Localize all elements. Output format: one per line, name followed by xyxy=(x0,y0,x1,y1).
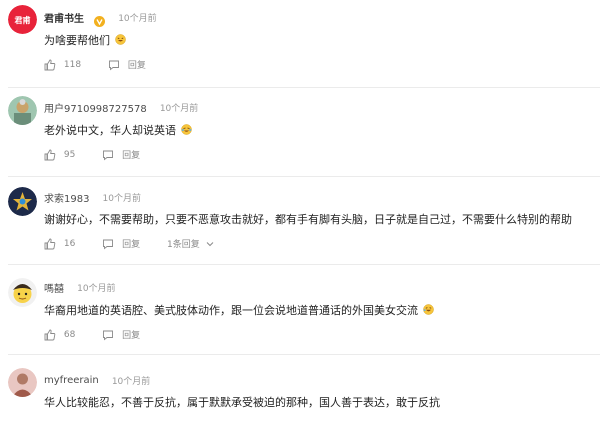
comment-item: 君甫 君甫书生 10个月前 为啥要帮他们 118 回复 xyxy=(0,0,600,90)
avatar[interactable] xyxy=(8,278,37,307)
comment-text: 华裔用地道的英语腔、美式肢体动作，跟一位会说地道普通话的外国美女交流 xyxy=(44,304,418,317)
reply-button[interactable]: 回复 xyxy=(122,237,140,250)
comment-username[interactable]: 嗎囍 xyxy=(44,284,64,295)
comment-actions: 68 回复 xyxy=(44,328,140,342)
comment-username[interactable]: 求索1983 xyxy=(44,194,89,205)
avatar[interactable]: 君甫 xyxy=(8,5,37,34)
avatar[interactable] xyxy=(8,96,37,125)
laughing-emoji-icon xyxy=(114,34,126,45)
comment-actions: 118 回复 xyxy=(44,58,146,72)
avatar[interactable] xyxy=(8,368,37,397)
comment-text-row: 谢谢好心，不需要帮助，只要不恶意攻击就好，都有手有脚有头脑，日子就是自己过，不需… xyxy=(44,211,572,227)
reply-button[interactable]: 回复 xyxy=(122,148,140,161)
comment-item: 求索1983 10个月前 谢谢好心，不需要帮助，只要不恶意攻击就好，都有手有脚有… xyxy=(0,179,600,269)
laughing-emoji-icon xyxy=(422,304,434,315)
comment-username[interactable]: 君甫书生 xyxy=(44,14,84,25)
comment-username[interactable]: 用户9710998727578 xyxy=(44,104,147,115)
comment-text: 谢谢好心，不需要帮助，只要不恶意攻击就好，都有手有脚有头脑，日子就是自己过，不需… xyxy=(44,213,572,226)
comment-text: 为啥要帮他们 xyxy=(44,34,110,47)
reply-icon[interactable] xyxy=(102,329,114,341)
comment-item: 用户9710998727578 10个月前 老外说中文，华人却说英语 95 回复 xyxy=(0,90,600,180)
comment-text-row: 华人比较能忍，不善于反抗，属于默默承受被迫的那种，国人善于表达，敢于反抗 xyxy=(44,394,440,410)
comment-item: myfreerain 10个月前 华人比较能忍，不善于反抗，属于默默承受被迫的那… xyxy=(0,358,600,448)
verified-badge-icon xyxy=(94,12,106,27)
reply-button[interactable]: 回复 xyxy=(128,58,146,71)
comment-text: 华人比较能忍，不善于反抗，属于默默承受被迫的那种，国人善于表达，敢于反抗 xyxy=(44,396,440,409)
like-count: 95 xyxy=(63,149,76,160)
avatar[interactable] xyxy=(8,187,37,216)
view-replies-button[interactable]: 1条回复 xyxy=(167,237,200,250)
comment-text: 老外说中文，华人却说英语 xyxy=(44,124,176,137)
like-count: 118 xyxy=(63,59,82,70)
reply-icon[interactable] xyxy=(108,59,120,71)
comment-time: 10个月前 xyxy=(159,104,199,114)
comment-item: 嗎囍 10个月前 华裔用地道的英语腔、美式肢体动作，跟一位会说地道普通话的外国美… xyxy=(0,268,600,358)
thumbs-up-icon[interactable] xyxy=(44,329,56,341)
chevron-down-icon[interactable] xyxy=(206,240,214,248)
divider xyxy=(8,264,600,265)
reply-icon[interactable] xyxy=(102,149,114,161)
comment-time: 10个月前 xyxy=(111,377,151,387)
comment-time: 10个月前 xyxy=(118,14,157,24)
comment-username[interactable]: myfreerain xyxy=(44,375,99,386)
thumbs-up-icon[interactable] xyxy=(44,59,56,71)
divider xyxy=(8,176,600,177)
like-count: 68 xyxy=(63,329,76,340)
reply-button[interactable]: 回复 xyxy=(122,328,140,341)
thumbs-up-icon[interactable] xyxy=(44,238,56,250)
thumbs-up-icon[interactable] xyxy=(44,149,56,161)
comment-actions: 95 回复 xyxy=(44,148,140,162)
comment-text-row: 为啥要帮他们 xyxy=(44,32,126,48)
comment-actions: 16 回复 1条回复 xyxy=(44,237,214,251)
comment-text-row: 老外说中文，华人却说英语 xyxy=(44,122,192,138)
crying-laughing-emoji-icon xyxy=(180,124,192,135)
comment-time: 10个月前 xyxy=(77,284,116,294)
reply-icon[interactable] xyxy=(102,238,114,250)
like-count: 16 xyxy=(63,238,76,249)
comment-time: 10个月前 xyxy=(102,194,141,204)
divider xyxy=(8,354,600,355)
divider xyxy=(8,87,600,88)
avatar-logo-text: 君甫 xyxy=(14,15,31,25)
comment-text-row: 华裔用地道的英语腔、美式肢体动作，跟一位会说地道普通话的外国美女交流 xyxy=(44,302,434,318)
